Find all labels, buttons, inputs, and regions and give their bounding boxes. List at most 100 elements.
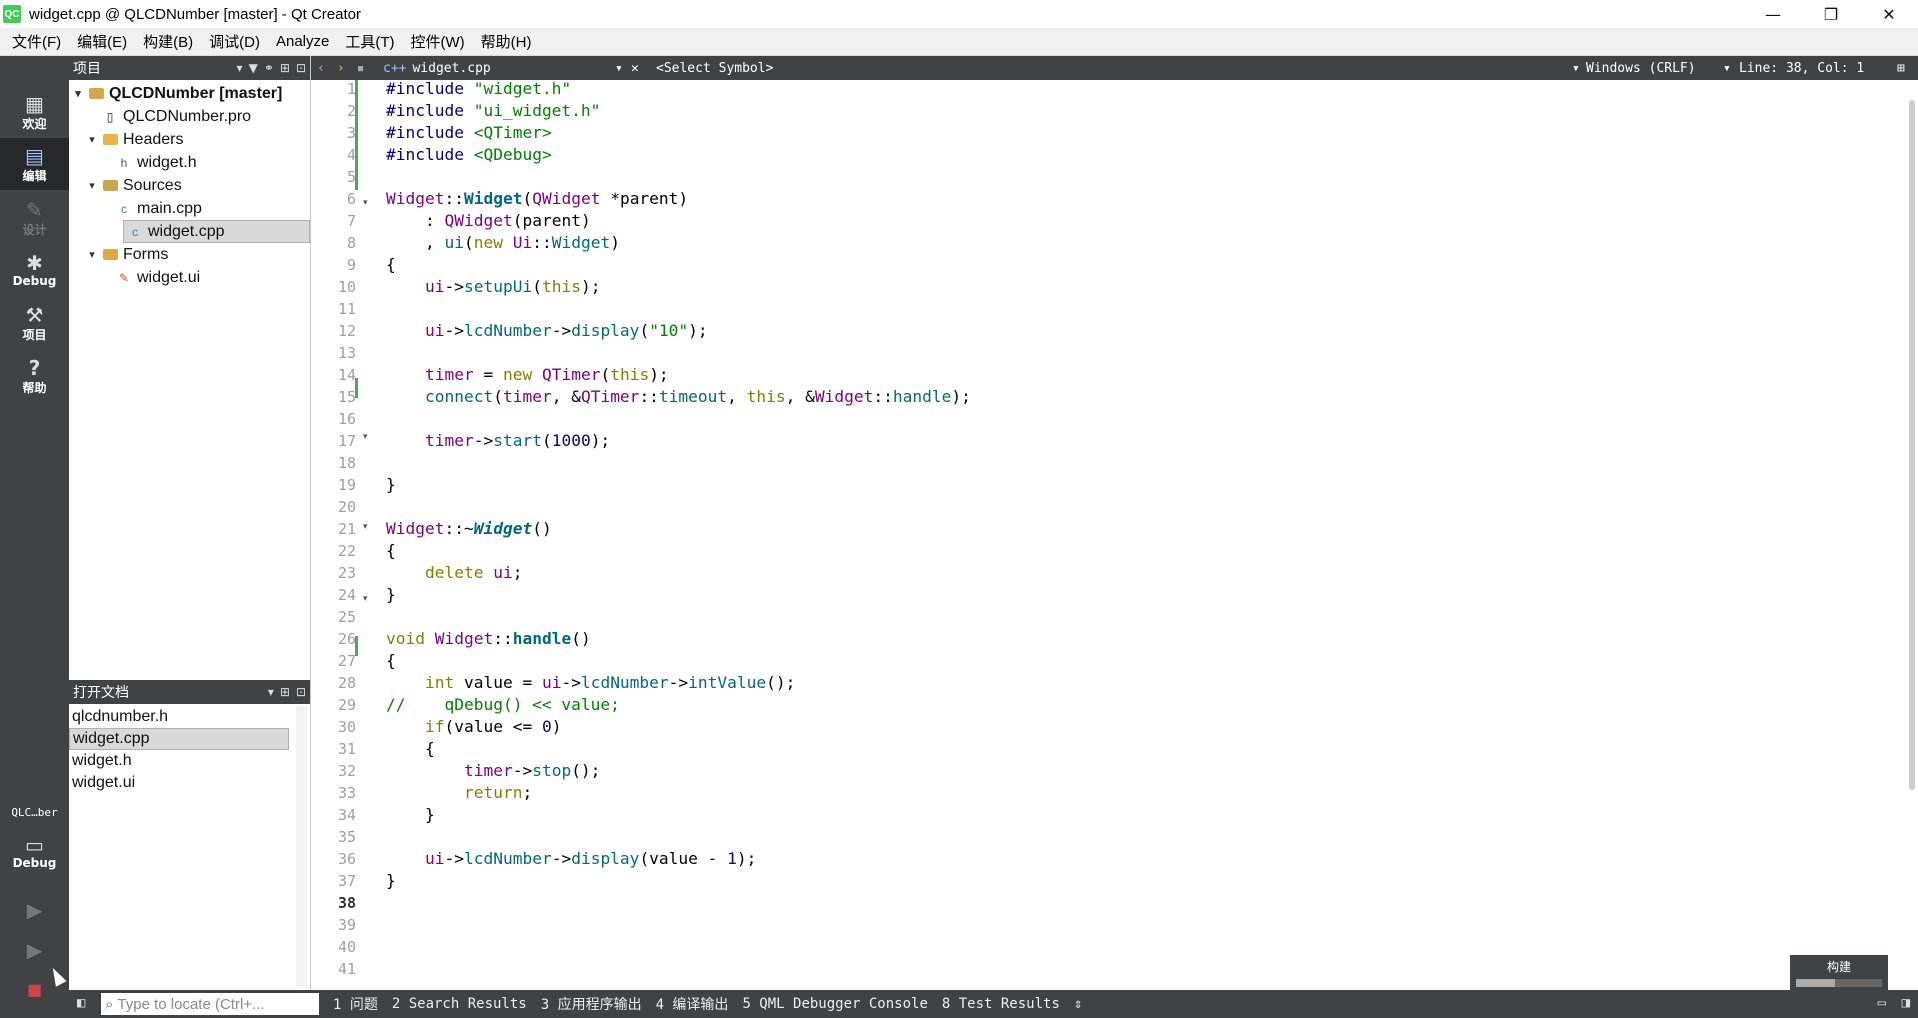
code-line[interactable]: if(value <= 0) (386, 716, 561, 738)
more-tabs-icon[interactable]: ⇕ (1074, 996, 1082, 1012)
code-line[interactable]: } (386, 870, 396, 892)
code-line[interactable]: , ui(new Ui::Widget) (386, 232, 620, 254)
file-dropdown-icon[interactable]: ▾ (615, 56, 623, 80)
split-editor-icon[interactable]: ⊞ (1897, 56, 1905, 80)
code-line[interactable]: #include "ui_widget.h" (386, 100, 600, 122)
code-line[interactable]: timer->start(1000); (386, 430, 610, 452)
code-line[interactable]: { (386, 738, 435, 760)
code-editor[interactable]: 1 2 3 4 5 6 7 8 9 10 11 12 13 14 15 16 17 18 19 20 21 22 23 24 2… (311, 80, 1918, 990)
toggle-sidebar-icon[interactable]: ◧ (77, 995, 85, 1011)
chevron-down-icon[interactable]: ▾ (85, 133, 99, 146)
tab-search-results[interactable]: 2 Search Results (392, 996, 527, 1012)
mode-projects[interactable]: ⚒ 项目 (0, 297, 69, 349)
fold-marker-icon[interactable]: ▾ (363, 198, 375, 208)
code-line[interactable]: int value = ui->lcdNumber->intValue(); (386, 672, 795, 694)
close-pane-icon[interactable]: ⊡ (296, 685, 306, 699)
menu-analyze[interactable]: Analyze (268, 33, 337, 50)
split-icon[interactable]: ⊞ (280, 61, 290, 75)
output-toggle-icon[interactable]: ▭ (1878, 995, 1886, 1011)
line-ending-selector[interactable]: Windows (CRLF) (1586, 56, 1696, 80)
code-line[interactable]: } (386, 584, 396, 606)
dropdown-icon[interactable]: ▾ (268, 685, 274, 699)
filter-icon[interactable]: ▼ (249, 61, 258, 75)
menu-file[interactable]: 文件(F) (4, 31, 69, 52)
code-line[interactable]: ui->lcdNumber->display(value - 1); (386, 848, 756, 870)
open-doc-item[interactable]: widget.h (69, 750, 289, 772)
back-arrow-icon[interactable]: ‹ (317, 61, 325, 76)
tree-item-widget-cpp[interactable]: c widget.cpp (123, 220, 310, 243)
tab-qml-debugger-console[interactable]: 5 QML Debugger Console (742, 996, 927, 1012)
code-line[interactable]: Widget::Widget(QWidget *parent) (386, 188, 688, 210)
code-line[interactable]: { (386, 540, 396, 562)
fold-marker-icon[interactable]: ▾ (363, 522, 375, 532)
code-line[interactable]: // qDebug() << value; (386, 694, 620, 716)
mode-help[interactable]: ? 帮助 (0, 350, 69, 402)
forward-arrow-icon[interactable]: › (337, 61, 345, 76)
open-doc-item[interactable]: qlcdnumber.h (69, 706, 289, 728)
code-line[interactable]: } (386, 474, 396, 496)
split-icon[interactable]: ⊞ (280, 685, 290, 699)
tree-item-pro-file[interactable]: ▯ QLCDNumber.pro (69, 105, 310, 128)
cursor-position[interactable]: Line: 38, Col: 1 (1739, 56, 1864, 80)
menu-edit[interactable]: 编辑(E) (69, 31, 135, 52)
code-line[interactable]: ui->lcdNumber->display("10"); (386, 320, 708, 342)
fold-marker-icon[interactable]: ▾ (363, 594, 375, 604)
open-documents-title[interactable]: 打开文档 (73, 682, 129, 702)
symbol-selector[interactable]: <Select Symbol> (656, 56, 773, 80)
close-button[interactable]: ✕ (1860, 0, 1918, 28)
menu-build[interactable]: 构建(B) (135, 31, 201, 52)
editor-scrollbar[interactable] (1904, 80, 1918, 990)
close-file-icon[interactable]: ✕ (631, 56, 639, 80)
scrollbar-thumb[interactable] (1909, 100, 1915, 790)
code-line[interactable]: timer->stop(); (386, 760, 600, 782)
code-line[interactable]: { (386, 650, 396, 672)
code-line[interactable]: #include <QDebug> (386, 144, 552, 166)
symbol-dropdown-icon[interactable]: ▾ (1572, 56, 1580, 80)
code-line[interactable]: } (386, 804, 435, 826)
debug-run-button[interactable]: ▶ (0, 930, 69, 970)
tree-item-forms[interactable]: ▾ Forms (69, 243, 310, 266)
code-line[interactable]: timer = new QTimer(this); (386, 364, 669, 386)
code-line[interactable]: ui->setupUi(this); (386, 276, 600, 298)
locator-input[interactable]: ⌕ Type to locate (Ctrl+... (101, 993, 319, 1015)
code-line[interactable]: delete ui; (386, 562, 522, 584)
menu-debug[interactable]: 调试(D) (201, 31, 268, 52)
code-line[interactable]: #include "widget.h" (386, 80, 571, 100)
close-pane-icon[interactable]: ⊡ (296, 61, 306, 75)
project-pane-title[interactable]: 项目 (73, 58, 101, 78)
mode-debug[interactable]: ✱ Debug (0, 244, 69, 296)
tree-item-headers[interactable]: ▾ Headers (69, 128, 310, 151)
toggle-right-sidebar-icon[interactable]: ◨ (1902, 995, 1910, 1011)
tree-item-main-cpp[interactable]: c main.cpp (69, 197, 310, 220)
mode-welcome[interactable]: ▦ 欢迎 (0, 86, 69, 138)
code-line[interactable]: : QWidget(parent) (386, 210, 591, 232)
file-selector[interactable]: c++ widget.cpp (383, 56, 491, 80)
open-documents-scrollbar[interactable] (296, 706, 308, 986)
link-icon[interactable]: ⚭ (264, 61, 274, 75)
minimize-button[interactable]: — (1744, 0, 1802, 28)
tab-test-results[interactable]: 8 Test Results (942, 996, 1060, 1012)
tree-item-sources[interactable]: ▾ Sources (69, 174, 310, 197)
kit-selector[interactable]: ▭ Debug (0, 826, 69, 878)
build-progress[interactable]: 构建 (1790, 955, 1888, 990)
chevron-down-icon[interactable]: ▾ (71, 87, 85, 100)
open-doc-item[interactable]: widget.ui (69, 772, 289, 794)
mode-edit[interactable]: ▤ 编辑 (0, 138, 69, 190)
menu-help[interactable]: 帮助(H) (473, 31, 540, 52)
tree-item-widget-h[interactable]: h widget.h (69, 151, 310, 174)
chevron-down-icon[interactable]: ▾ (85, 179, 99, 192)
code-line[interactable]: return; (386, 782, 532, 804)
dropdown-icon[interactable]: ▾ (237, 61, 243, 75)
chevron-down-icon[interactable]: ▾ (85, 248, 99, 261)
code-line[interactable]: void Widget::handle() (386, 628, 591, 650)
code-line[interactable]: connect(timer, &QTimer::timeout, this, &… (386, 386, 971, 408)
fold-marker-icon[interactable]: ▾ (363, 432, 375, 442)
menu-controls[interactable]: 控件(W) (403, 31, 473, 52)
code-line[interactable]: #include <QTimer> (386, 122, 552, 144)
line-ending-dropdown-icon[interactable]: ▾ (1723, 56, 1731, 80)
code-line[interactable]: Widget::~Widget() (386, 518, 552, 540)
menu-tools[interactable]: 工具(T) (337, 31, 402, 52)
tab-issues[interactable]: 1 问题 (333, 994, 378, 1014)
code-line[interactable]: { (386, 254, 396, 276)
restore-button[interactable]: ❐ (1802, 0, 1860, 28)
